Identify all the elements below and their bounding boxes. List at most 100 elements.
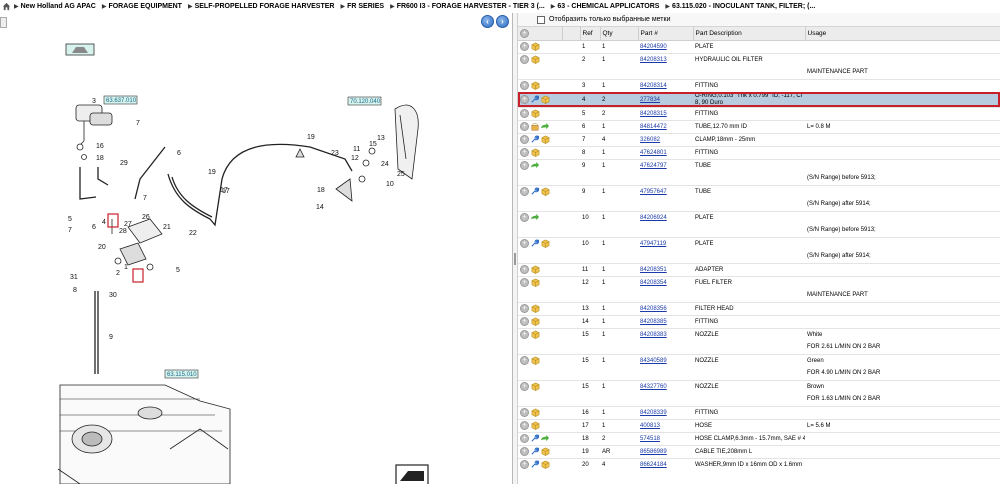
column-usage[interactable]: Usage — [805, 27, 1000, 41]
column-part-number[interactable]: Part # — [638, 27, 694, 41]
table-row[interactable]: +10 1 84206924 PLATE — [518, 210, 1000, 224]
row-actions[interactable]: + — [518, 132, 562, 146]
ref-box[interactable]: 63.115.010 — [164, 369, 199, 379]
table-row-selected[interactable]: +4 2 277834 O-RING,0.103" Thk x 0.799" ID, … — [518, 91, 1000, 107]
row-actions[interactable]: + — [518, 262, 562, 276]
part-number-link[interactable]: 84208313 — [640, 57, 667, 63]
row-actions[interactable]: + — [518, 106, 562, 120]
add-to-cart-icon[interactable]: + — [520, 161, 529, 171]
row-actions[interactable]: + — [518, 275, 562, 289]
ref-box[interactable]: 63.637.010 — [103, 95, 138, 105]
row-actions[interactable]: + — [518, 39, 562, 53]
highlight-ref-4[interactable] — [132, 268, 144, 283]
part-number-link[interactable]: 84204590 — [640, 44, 667, 50]
previous-drawing-button[interactable]: ‹ — [481, 15, 494, 28]
callout-number[interactable]: 27 — [124, 221, 132, 228]
callout-number[interactable]: 28 — [119, 228, 127, 235]
add-to-cart-icon[interactable]: + — [520, 81, 529, 90]
table-row[interactable]: +2 1 84208313 HYDRAULIC OIL FILTER — [518, 52, 1000, 66]
row-actions[interactable]: + — [518, 301, 562, 315]
table-row[interactable]: +17 1 400813 HOSE L= 5.6 M — [518, 418, 1000, 432]
callout-number[interactable]: 17 — [220, 187, 228, 194]
add-to-cart-icon[interactable]: + — [520, 55, 529, 65]
row-actions[interactable]: + — [518, 431, 562, 445]
callout-number[interactable]: 26 — [142, 214, 150, 221]
table-row[interactable]: +12 1 84208354 FUEL FILTER — [518, 275, 1000, 289]
callout-number[interactable]: 16 — [96, 143, 104, 150]
breadcrumb-item[interactable]: FORAGE EQUIPMENT — [108, 3, 182, 10]
row-actions[interactable]: + — [518, 353, 562, 367]
row-actions[interactable]: + — [518, 327, 562, 341]
row-actions[interactable]: + — [518, 158, 562, 172]
callout-number[interactable]: 14 — [316, 204, 324, 211]
add-to-cart-icon[interactable]: + — [520, 304, 529, 313]
row-actions[interactable]: + — [518, 91, 562, 107]
breadcrumb-item[interactable]: 63.115.020 - INOCULANT TANK, FILTER; (..… — [672, 3, 815, 10]
callout-number[interactable]: 24 — [381, 161, 389, 168]
callout-number[interactable]: 31 — [70, 274, 78, 281]
part-number-link[interactable]: 84208383 — [640, 332, 667, 338]
add-to-cart-icon[interactable]: + — [520, 239, 529, 249]
callout-number[interactable]: 3 — [92, 98, 96, 105]
table-row[interactable]: +20 4 86624184 WASHER,9mm ID x 16mm OD x 1.… — [518, 457, 1000, 471]
row-actions[interactable]: + — [518, 184, 562, 198]
part-number-link[interactable]: 84208315 — [640, 111, 667, 117]
row-actions[interactable]: + — [518, 405, 562, 419]
callout-number[interactable]: 23 — [331, 150, 339, 157]
callout-number[interactable]: 4 — [102, 219, 106, 226]
callout-number[interactable]: 9 — [109, 334, 113, 341]
row-actions[interactable]: + — [518, 145, 562, 159]
callout-number[interactable]: 13 — [377, 135, 385, 142]
exploded-parts-drawing[interactable]: 63.637.010 70.120.040 63.115.010 3717181… — [0, 29, 513, 484]
callout-number[interactable]: 11 — [353, 146, 360, 153]
row-actions[interactable]: + — [518, 52, 562, 66]
add-to-cart-icon[interactable]: + — [520, 95, 529, 104]
add-to-cart-icon[interactable]: + — [520, 434, 529, 443]
add-to-cart-icon[interactable]: + — [520, 356, 529, 366]
add-to-cart-icon[interactable]: + — [520, 265, 529, 274]
callout-number[interactable]: 8 — [73, 287, 77, 294]
callout-number[interactable]: 19 — [307, 134, 315, 141]
callout-number[interactable]: 10 — [386, 181, 394, 188]
breadcrumb-item[interactable]: 63 - CHEMICAL APPLICATORS — [557, 3, 659, 10]
part-number-link[interactable]: 47624797 — [640, 163, 667, 169]
add-to-cart-icon[interactable]: + — [520, 122, 529, 131]
add-to-cart-icon[interactable]: + — [520, 42, 529, 51]
add-to-cart-icon[interactable]: + — [520, 213, 529, 223]
table-row[interactable]: +6 1 84814472 TUBE,12.70 mm ID L= 0.8 M — [518, 119, 1000, 133]
table-row[interactable]: +14 1 84208385 FITTING — [518, 314, 1000, 328]
callout-number[interactable]: 7 — [68, 227, 72, 234]
callout-number[interactable]: 29 — [120, 160, 128, 167]
callout-number[interactable]: 18 — [317, 187, 325, 194]
table-row[interactable]: +9 1 47624797 TUBE — [518, 158, 1000, 172]
add-icon[interactable]: + — [520, 28, 529, 38]
show-selected-only-checkbox[interactable] — [537, 15, 545, 24]
add-to-cart-icon[interactable]: + — [520, 187, 529, 197]
callout-number[interactable]: 1 — [124, 264, 128, 271]
callout-number[interactable]: 18 — [96, 155, 104, 162]
ref-box[interactable]: 70.120.040 — [347, 96, 382, 106]
row-actions[interactable]: + — [518, 78, 562, 92]
callout-number[interactable]: 20 — [98, 244, 106, 251]
collapse-handle[interactable] — [0, 17, 7, 28]
view-toggle-icon[interactable] — [395, 464, 429, 484]
callout-number[interactable]: 12 — [351, 155, 359, 162]
column-ref[interactable]: Ref — [580, 27, 601, 41]
add-to-cart-icon[interactable]: + — [520, 421, 529, 430]
column-description[interactable]: Part Description — [693, 27, 806, 41]
row-actions[interactable]: + — [518, 210, 562, 224]
table-row[interactable]: +10 1 47947119 PLATE — [518, 236, 1000, 250]
row-actions[interactable]: + — [518, 236, 562, 250]
breadcrumb-item[interactable]: New Holland AG APAC — [21, 3, 96, 10]
part-number-link[interactable]: 84327760 — [640, 384, 667, 390]
callout-number[interactable]: 7 — [136, 120, 140, 127]
highlight-ref-4[interactable] — [107, 213, 119, 228]
part-number-link[interactable]: 84208356 — [640, 306, 667, 312]
add-to-cart-icon[interactable]: + — [520, 135, 529, 144]
callout-number[interactable]: 5 — [176, 267, 180, 274]
callout-number[interactable]: 21 — [163, 224, 171, 231]
add-to-cart-icon[interactable]: + — [520, 330, 529, 340]
table-row[interactable]: +18 2 574518 HOSE CLAMP,6.3mm - 15.7mm, SAE… — [518, 431, 1000, 445]
select-all-header[interactable]: + — [518, 27, 563, 41]
add-to-cart-icon[interactable]: + — [520, 447, 529, 456]
